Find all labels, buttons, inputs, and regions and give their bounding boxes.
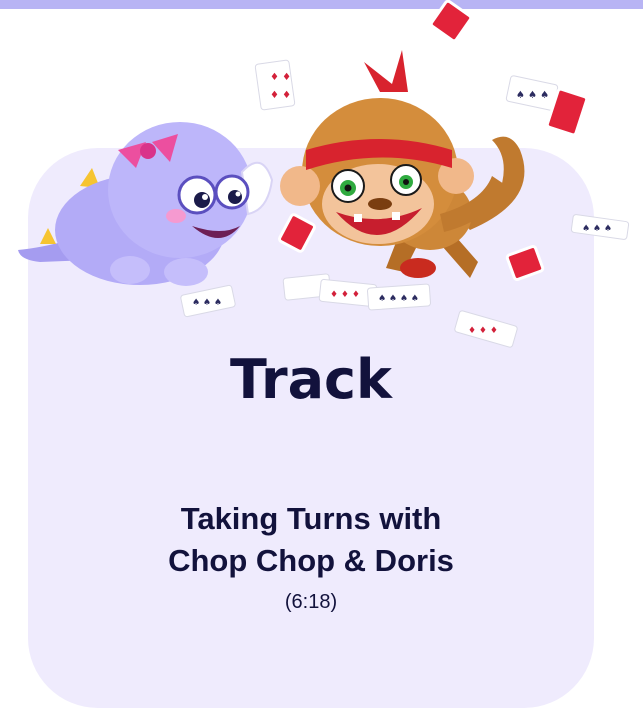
svg-text:♦ ♦: ♦ ♦ [270, 90, 291, 101]
chop-chop-monkey-character [280, 50, 525, 278]
track-name-line-1: Taking Turns with [180, 501, 442, 536]
playing-card-red-left [278, 213, 316, 253]
playing-card-red-right [505, 244, 545, 282]
page: ♦ ♦ ♦ ♦ ♠ ♠ ♠ ♠ ♠ ♠ ♠ ♠ ♠ ♦ ♦ ♦ ♠ ♠ ♠ ♠ … [0, 0, 643, 712]
playing-card-flying-left: ♦ ♦ ♦ ♦ [254, 59, 296, 111]
svg-text:♠ ♠ ♠: ♠ ♠ ♠ [192, 298, 222, 308]
playing-cards-pile: ♠ ♠ ♠ ♦ ♦ ♦ ♠ ♠ ♠ ♠ ♦ ♦ ♦ [180, 273, 518, 348]
svg-text:♦ ♦: ♦ ♦ [270, 72, 291, 83]
track-duration: (6:18) [284, 591, 338, 613]
playing-card-flying-right: ♠ ♠ ♠ [505, 75, 589, 137]
svg-text:♠ ♠ ♠: ♠ ♠ ♠ [582, 224, 612, 234]
doris-dinosaur-character [18, 122, 274, 286]
track-illustration: ♦ ♦ ♦ ♦ ♠ ♠ ♠ ♠ ♠ ♠ ♠ ♠ ♠ ♦ ♦ ♦ ♠ ♠ ♠ ♠ … [18, 0, 630, 348]
playing-card-flying-far-right: ♠ ♠ ♠ [570, 214, 630, 240]
track-name-line-2: Chop Chop & Doris [168, 543, 454, 578]
playing-card-flying-top [429, 0, 473, 43]
svg-text:♠ ♠ ♠: ♠ ♠ ♠ [516, 90, 549, 101]
svg-text:♦ ♦ ♦: ♦ ♦ ♦ [468, 326, 498, 336]
svg-text:♦ ♦ ♦: ♦ ♦ ♦ [330, 290, 360, 300]
svg-text:♠ ♠ ♠ ♠: ♠ ♠ ♠ ♠ [378, 294, 419, 304]
card-title: Track [230, 348, 392, 411]
track-name[interactable]: Taking Turns with Chop Chop & Doris [28, 498, 594, 582]
